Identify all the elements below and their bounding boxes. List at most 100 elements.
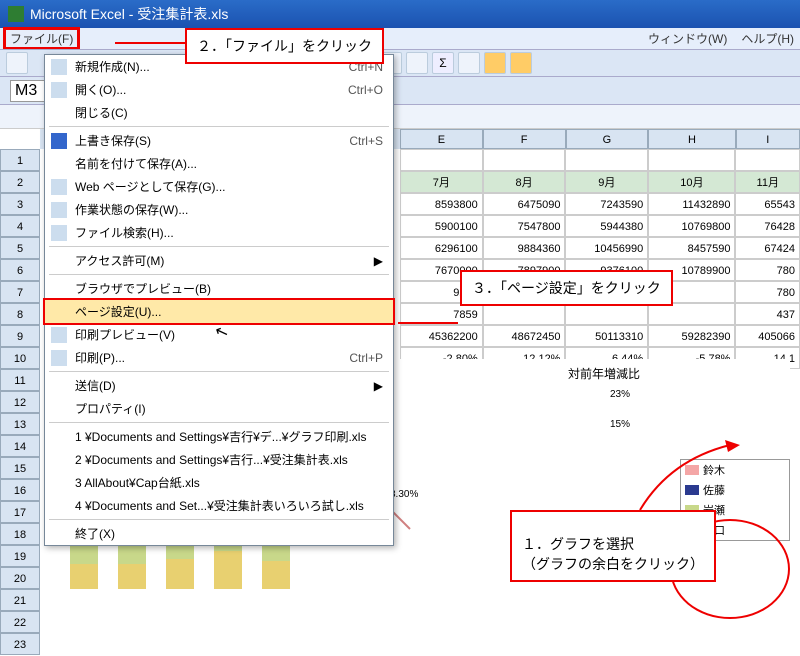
column-header[interactable]: H bbox=[648, 129, 735, 149]
row-header[interactable]: 10 bbox=[0, 347, 40, 369]
preview-icon bbox=[51, 327, 67, 343]
row-header[interactable]: 8 bbox=[0, 303, 40, 325]
print-icon bbox=[51, 350, 67, 366]
row-header[interactable]: 2 bbox=[0, 171, 40, 193]
cell[interactable]: 65543 bbox=[735, 193, 800, 215]
chart-data-label: 23% bbox=[610, 389, 630, 400]
annotation-step2: ２．「ファイル」をクリック bbox=[185, 28, 384, 64]
web-icon bbox=[51, 179, 67, 195]
cell[interactable]: 7547800 bbox=[483, 215, 566, 237]
menu-item-browser-preview[interactable]: ブラウザでプレビュー(B) bbox=[45, 277, 393, 300]
row-header[interactable]: 23 bbox=[0, 633, 40, 655]
cell[interactable]: 45362200 bbox=[400, 325, 483, 347]
cell[interactable] bbox=[400, 149, 483, 171]
menu-item-recent2[interactable]: 2 ¥Documents and Settings¥吉行...¥受注集計表.xl… bbox=[45, 448, 393, 471]
menu-item-recent1[interactable]: 1 ¥Documents and Settings¥吉行¥デ...¥グラフ印刷.… bbox=[45, 425, 393, 448]
cell[interactable]: 405066 bbox=[735, 325, 800, 347]
menu-item-close[interactable]: 閉じる(C) bbox=[45, 101, 393, 124]
row-header[interactable]: 13 bbox=[0, 413, 40, 435]
cell[interactable]: 7243590 bbox=[565, 193, 648, 215]
menu-file[interactable]: ファイル(F) bbox=[3, 27, 80, 50]
row-header[interactable]: 14 bbox=[0, 435, 40, 457]
cell[interactable] bbox=[483, 303, 566, 325]
cell[interactable]: 48672450 bbox=[483, 325, 566, 347]
menu-item-saveweb[interactable]: Web ページとして保存(G)... bbox=[45, 175, 393, 198]
cell[interactable]: 76428 bbox=[735, 215, 800, 237]
row-header[interactable]: 3 bbox=[0, 193, 40, 215]
cell[interactable]: 6475090 bbox=[483, 193, 566, 215]
menu-item-print[interactable]: 印刷(P)...Ctrl+P bbox=[45, 346, 393, 369]
row-header[interactable]: 16 bbox=[0, 479, 40, 501]
column-header[interactable]: I bbox=[736, 129, 800, 149]
cell[interactable]: 8457590 bbox=[648, 237, 735, 259]
menu-item-properties[interactable]: プロパティ(I) bbox=[45, 397, 393, 420]
menu-item-send[interactable]: 送信(D)▶ bbox=[45, 374, 393, 397]
cell[interactable]: 8月 bbox=[483, 171, 566, 193]
cell[interactable]: 5900100 bbox=[400, 215, 483, 237]
sort-button[interactable] bbox=[458, 52, 480, 74]
menu-help[interactable]: ヘルプ(H) bbox=[741, 30, 794, 47]
cell[interactable]: 67424 bbox=[735, 237, 800, 259]
cell[interactable]: 780 bbox=[735, 259, 800, 281]
row-header[interactable]: 18 bbox=[0, 523, 40, 545]
cell[interactable]: 59282390 bbox=[648, 325, 735, 347]
cell[interactable]: 9884360 bbox=[483, 237, 566, 259]
menu-item-open[interactable]: 開く(O)...Ctrl+O bbox=[45, 78, 393, 101]
cell[interactable] bbox=[483, 149, 566, 171]
row-header[interactable]: 4 bbox=[0, 215, 40, 237]
cell[interactable]: 437 bbox=[735, 303, 800, 325]
cell[interactable] bbox=[565, 303, 648, 325]
column-header[interactable]: F bbox=[483, 129, 566, 149]
cell[interactable] bbox=[565, 149, 648, 171]
row-header[interactable]: 6 bbox=[0, 259, 40, 281]
cell[interactable]: 8593800 bbox=[400, 193, 483, 215]
cell[interactable] bbox=[648, 303, 735, 325]
menu-item-exit[interactable]: 終了(X) bbox=[45, 522, 393, 545]
row-header[interactable]: 15 bbox=[0, 457, 40, 479]
column-header[interactable]: G bbox=[566, 129, 649, 149]
row-header[interactable]: 12 bbox=[0, 391, 40, 413]
cell[interactable] bbox=[648, 149, 735, 171]
menu-window[interactable]: ウィンドウ(W) bbox=[648, 30, 727, 47]
cell[interactable]: 9月 bbox=[565, 171, 648, 193]
cell[interactable]: 11月 bbox=[735, 171, 800, 193]
menu-item-page-setup[interactable]: ページ設定(U)... bbox=[43, 298, 395, 325]
row-header[interactable]: 9 bbox=[0, 325, 40, 347]
annotation-step3: ３．「ページ設定」をクリック bbox=[460, 270, 673, 306]
menu-item-search[interactable]: ファイル検索(H)... bbox=[45, 221, 393, 244]
new-button[interactable] bbox=[6, 52, 28, 74]
row-header[interactable]: 1 bbox=[0, 149, 40, 171]
row-header[interactable]: 11 bbox=[0, 369, 40, 391]
cell[interactable]: 6296100 bbox=[400, 237, 483, 259]
search-icon bbox=[51, 225, 67, 241]
row-header[interactable]: 20 bbox=[0, 567, 40, 589]
row-header[interactable]: 22 bbox=[0, 611, 40, 633]
menu-item-saveas[interactable]: 名前を付けて保存(A)... bbox=[45, 152, 393, 175]
sum-button[interactable]: Σ bbox=[432, 52, 454, 74]
row-header[interactable]: 19 bbox=[0, 545, 40, 567]
chart-button[interactable] bbox=[484, 52, 506, 74]
row-header[interactable]: 21 bbox=[0, 589, 40, 611]
row-header[interactable]: 17 bbox=[0, 501, 40, 523]
cell[interactable]: 10769800 bbox=[648, 215, 735, 237]
column-header[interactable]: E bbox=[400, 129, 483, 149]
row-headers[interactable]: 1234567891011121314151617181920212223 bbox=[0, 149, 40, 655]
menu-item-recent4[interactable]: 4 ¥Documents and Set...¥受注集計表いろいろ試し.xls bbox=[45, 494, 393, 517]
menu-item-permission[interactable]: アクセス許可(M)▶ bbox=[45, 249, 393, 272]
cell[interactable]: 50113310 bbox=[565, 325, 648, 347]
cell[interactable]: 7月 bbox=[400, 171, 483, 193]
cell[interactable]: 11432890 bbox=[648, 193, 735, 215]
menu-bar[interactable]: ファイル(F) 編集(E) ウィンドウ(W) ヘルプ(H) bbox=[0, 28, 800, 49]
cell[interactable]: 780 bbox=[735, 281, 800, 303]
row-header[interactable]: 5 bbox=[0, 237, 40, 259]
cell[interactable] bbox=[735, 149, 800, 171]
menu-item-recent3[interactable]: 3 AllAbout¥Cap台紙.xls bbox=[45, 471, 393, 494]
cell[interactable]: 5944380 bbox=[565, 215, 648, 237]
help-button[interactable] bbox=[510, 52, 532, 74]
cell[interactable]: 10月 bbox=[648, 171, 735, 193]
menu-item-savews[interactable]: 作業状態の保存(W)... bbox=[45, 198, 393, 221]
cell[interactable]: 10456990 bbox=[565, 237, 648, 259]
row-header[interactable]: 7 bbox=[0, 281, 40, 303]
toolbar-button[interactable] bbox=[406, 52, 428, 74]
menu-item-save[interactable]: 上書き保存(S)Ctrl+S bbox=[45, 129, 393, 152]
